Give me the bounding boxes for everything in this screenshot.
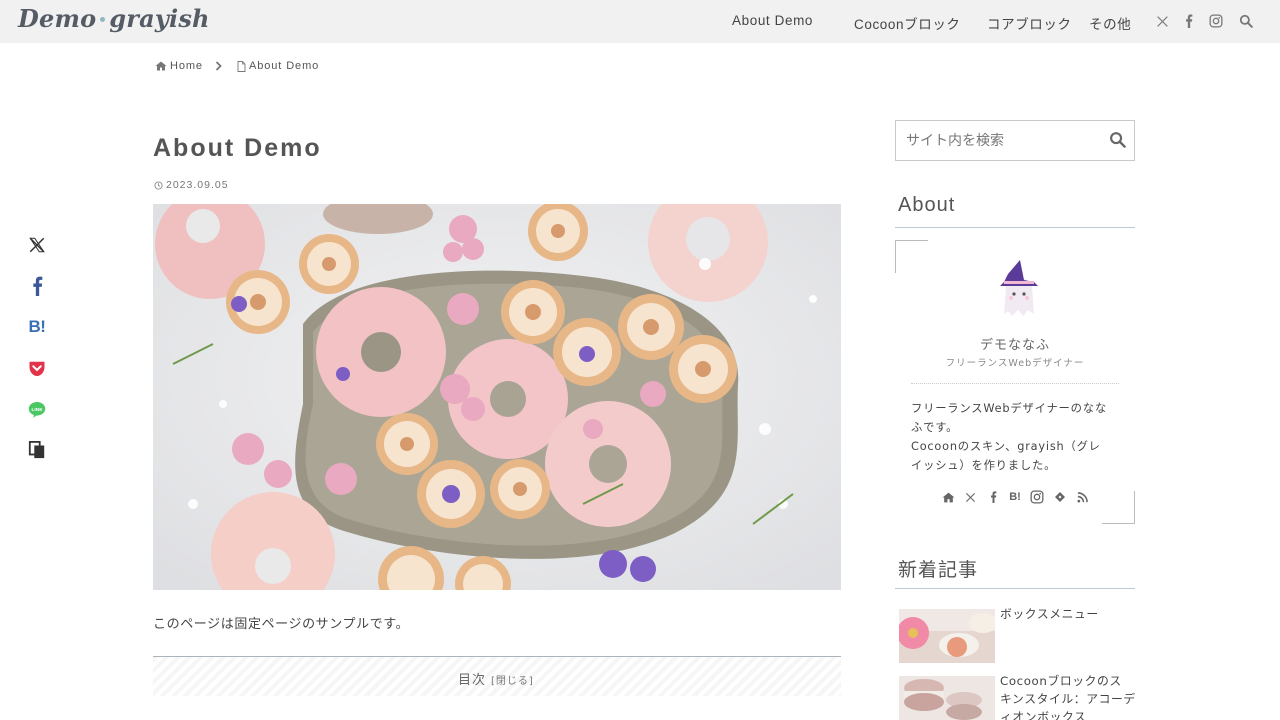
- home-icon: [155, 61, 167, 71]
- facebook-icon[interactable]: [986, 490, 1000, 504]
- breadcrumb-home-label: Home: [170, 60, 203, 72]
- intro-text: このページは固定ページのサンプルです。: [153, 617, 410, 632]
- page-icon: [237, 60, 246, 72]
- share-facebook-icon[interactable]: [24, 273, 50, 299]
- author-bio: フリーランスWebデザイナーのなな ふです。 Cocoonのスキン、grayis…: [911, 399, 1131, 475]
- nav-about-demo[interactable]: About Demo: [732, 13, 813, 28]
- chevron-right-icon: [215, 61, 222, 71]
- hatena-icon[interactable]: B!: [1008, 490, 1022, 504]
- x-icon[interactable]: [963, 490, 977, 504]
- search-icon[interactable]: [1238, 13, 1254, 29]
- post-title-line: ィオンボックス: [1000, 710, 1087, 720]
- facebook-icon[interactable]: [1181, 13, 1197, 29]
- post-title-line: Cocoonブロックのス: [1000, 674, 1122, 688]
- bio-line: イッシュ）を作りました。: [911, 459, 1057, 472]
- recent-post-title[interactable]: Cocoonブロックのス キンスタイル：アコーデ ィオンボックス: [1000, 672, 1135, 720]
- breadcrumb-home[interactable]: Home: [155, 60, 203, 72]
- divider: [911, 383, 1119, 384]
- hero-image: [153, 204, 841, 590]
- share-line-icon[interactable]: LINE: [24, 396, 50, 422]
- home-icon[interactable]: [941, 490, 955, 504]
- site-logo[interactable]: Demo grayish: [18, 4, 210, 33]
- feedly-icon[interactable]: [1053, 490, 1067, 504]
- share-pocket-icon[interactable]: [24, 355, 50, 381]
- site-header: Demo grayish About Demo Cocoonブロック コアブロック…: [0, 0, 1280, 43]
- svg-text:LINE: LINE: [31, 407, 43, 413]
- avatar: [994, 256, 1044, 320]
- recent-post-title[interactable]: ボックスメニュー: [1000, 605, 1135, 623]
- post-thumbnail[interactable]: [899, 676, 995, 720]
- post-title-line: キンスタイル：アコーデ: [1000, 692, 1136, 706]
- search-icon[interactable]: [1109, 131, 1127, 149]
- breadcrumb-current-label: About Demo: [249, 60, 320, 72]
- sidebar-search: [895, 120, 1135, 161]
- frame-corner-top-left: [895, 240, 928, 273]
- page-title: About Demo: [153, 134, 322, 162]
- logo-text-left: Demo: [18, 4, 97, 33]
- share-hatena-bookmark-icon[interactable]: B!: [24, 314, 50, 340]
- author-name: デモななふ: [979, 338, 1050, 353]
- toc-title: 目次: [458, 673, 487, 688]
- share-x-icon[interactable]: [24, 232, 50, 258]
- post-title-line: ボックスメニュー: [1000, 607, 1099, 621]
- post-date: 2023.09.05: [154, 179, 229, 191]
- x-icon[interactable]: [1154, 13, 1170, 29]
- post-date-text: 2023.09.05: [166, 179, 229, 191]
- logo-text-right: grayish: [109, 4, 210, 33]
- sidebar-search-input[interactable]: [896, 121, 1096, 160]
- toc-toggle[interactable]: [閉じる]: [491, 672, 534, 687]
- bio-line: Cocoonのスキン、grayish（グレ: [911, 440, 1101, 453]
- instagram-icon[interactable]: [1030, 490, 1044, 504]
- breadcrumb-current: About Demo: [237, 60, 319, 72]
- nav-core-blocks[interactable]: コアブロック: [987, 13, 1072, 33]
- clock-icon: [154, 180, 163, 190]
- logo-dot: [100, 16, 106, 22]
- bio-line: ふです。: [911, 421, 959, 434]
- nav-other[interactable]: その他: [1089, 13, 1131, 33]
- bio-line: フリーランスWebデザイナーのなな: [911, 402, 1107, 415]
- instagram-icon[interactable]: [1208, 13, 1224, 29]
- share-copy-icon[interactable]: [24, 437, 50, 463]
- nav-cocoon-blocks[interactable]: Cocoonブロック: [854, 13, 961, 33]
- about-widget-title: About: [895, 194, 1135, 228]
- post-thumbnail[interactable]: [899, 609, 995, 663]
- rss-icon[interactable]: [1075, 490, 1089, 504]
- frame-corner-bottom-right: [1102, 491, 1135, 524]
- recent-posts-title: 新着記事: [895, 555, 1135, 589]
- author-role: フリーランスWebデザイナー: [945, 358, 1085, 369]
- table-of-contents: 目次 [閉じる]: [153, 656, 841, 696]
